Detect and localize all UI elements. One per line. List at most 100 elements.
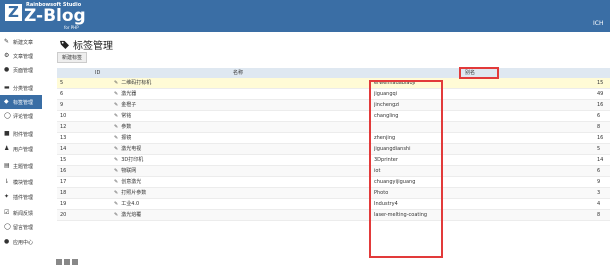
edit-icon[interactable]: ✎ [114,102,118,108]
comment-icon: ◯ [4,112,11,119]
message-icon: ◯ [4,223,11,230]
sidebar-item-label: 插件管理 [13,194,34,201]
table-row[interactable]: 5 ✎ 二维码打标机 erweimadabiaoji 15 [57,78,610,89]
logo-mark: Z [5,4,22,21]
table-row[interactable]: 16 ✎ 物联网 iot 6 [57,166,610,177]
page-first-icon[interactable] [56,259,62,265]
table-row[interactable]: 10 ✎ 常铭 changling 6 [57,111,610,122]
tag-name[interactable]: 激光器 [121,91,136,97]
edit-icon[interactable]: ✎ [114,146,118,152]
pagination [56,259,78,265]
cell-id: 5 [60,80,64,86]
cell-count: 8 [597,212,601,218]
cell-id: 18 [60,190,67,196]
cell-count: 6 [597,113,601,119]
table-row[interactable]: 13 ✎ 振镜 zhenjing 16 [57,133,610,144]
column-header-id[interactable]: ID [95,68,100,78]
sidebar-item-label: 附件管理 [13,131,34,138]
cell-count: 3 [597,190,601,196]
edit-icon[interactable]: ✎ [114,135,118,141]
cell-count: 15 [597,80,604,86]
edit-icon[interactable]: ✎ [114,168,118,174]
sidebar-item-label: 分类管理 [13,85,34,92]
table-row[interactable]: 19 ✎ 工业4.0 Industry4 4 [57,199,610,210]
table-row[interactable]: 18 ✎ 打照片参数 Photo 3 [57,188,610,199]
sidebar-item-comments[interactable]: ◯ 评论管理 [0,109,42,123]
edit-icon[interactable]: ✎ [114,124,118,130]
table-row[interactable]: 14 ✎ 激光电视 jiguangdianshi 5 [57,144,610,155]
table-row[interactable]: 9 ✎ 金橙子 jinchengzi 16 [57,100,610,111]
table-row[interactable]: 12 ✎ 参数 8 [57,122,610,133]
table-row[interactable]: 20 ✎ 激光熔覆 laser-melting-coating 8 [57,210,610,221]
sidebar-item-label: 评论管理 [13,113,34,120]
edit-icon[interactable]: ✎ [114,179,118,185]
zblog-logo[interactable]: Z Rainbowsoft Studio Z-Blog for PHP [2,2,132,30]
sidebar-item-tags[interactable]: ◆ 标签管理 [0,95,42,109]
tag-name[interactable]: 物联网 [121,168,136,174]
edit-icon[interactable]: ✎ [114,80,118,86]
sidebar-item-label: 新建文章 [13,39,34,46]
sidebar-item-modules[interactable]: ⇂ 模块管理 [0,175,42,189]
sidebar-item-app-center[interactable]: ● 应用中心 [0,235,42,249]
column-header-name[interactable]: 名称 [233,68,243,78]
app-center-icon: ● [4,238,10,245]
page-next-icon[interactable] [72,259,78,265]
table-row[interactable]: 15 ✎ 3D打印机 3Dprinter 14 [57,155,610,166]
edit-icon[interactable]: ✎ [114,190,118,196]
sidebar-item-label: 留言管理 [13,224,34,231]
tag-name[interactable]: 工业4.0 [121,201,139,207]
sidebar-item-new-post[interactable]: ✎ 新建文章 [0,35,42,49]
sidebar-item-label: 用户管理 [13,146,34,153]
edit-icon[interactable]: ✎ [114,157,118,163]
cell-name: ✎ 打照片参数 [114,188,364,199]
table-row[interactable]: 6 ✎ 激光器 jiguangqi 49 [57,89,610,100]
folder-icon: ▬ [4,84,10,91]
cell-count: 14 [597,157,604,163]
tag-name[interactable]: 参数 [121,124,131,130]
tag-name[interactable]: 3D打印机 [121,157,143,163]
tag-name[interactable]: 常铭 [121,113,131,119]
sidebar-item-messages[interactable]: ◯ 留言管理 [0,220,42,234]
cell-name: ✎ 物联网 [114,166,364,177]
cell-name: ✎ 工业4.0 [114,199,364,210]
edit-icon[interactable]: ✎ [114,113,118,119]
page-prev-icon[interactable] [64,259,70,265]
page-title-text: 标签管理 [73,41,113,52]
sidebar-item-label: 标签管理 [13,99,34,106]
sidebar-item-feedback[interactable]: ☑ 新闻反馈 [0,206,42,220]
sidebar-item-categories[interactable]: ▬ 分类管理 [0,81,42,95]
tag-name[interactable]: 金橙子 [121,102,136,108]
tag-name[interactable]: 振镜 [121,135,131,141]
cell-count: 4 [597,201,601,207]
top-header: Z Rainbowsoft Studio Z-Blog for PHP ICH [0,0,610,32]
tag-name[interactable]: 激光熔覆 [121,212,141,218]
cell-count: 16 [597,135,604,141]
cell-id: 15 [60,157,67,163]
cell-name: ✎ 3D打印机 [114,155,364,166]
edit-icon[interactable]: ✎ [114,201,118,207]
edit-icon[interactable]: ✎ [114,212,118,218]
tag-name[interactable]: 二维码打标机 [121,80,151,86]
cell-id: 16 [60,168,67,174]
sidebar-item-attachments[interactable]: ■ 附件管理 [0,127,42,141]
sidebar-item-plugins[interactable]: ✦ 插件管理 [0,190,42,204]
sidebar-item-users[interactable]: ♟ 用户管理 [0,142,42,156]
cell-name: ✎ 金橙子 [114,100,364,111]
sidebar-item-pages[interactable]: ● 页面管理 [0,63,42,77]
tag-name[interactable]: 打照片参数 [121,190,146,196]
gear-icon: ⚙ [4,52,10,59]
table-row[interactable]: 17 ✎ 创意激光 chuangyijiguang 9 [57,177,610,188]
tag-name[interactable]: 创意激光 [121,179,141,185]
new-tag-button[interactable]: 新建标签 [57,52,88,63]
cell-id: 12 [60,124,67,130]
sidebar-item-label: 应用中心 [13,239,34,246]
sidebar-item-posts[interactable]: ⚙ 文章管理 [0,49,42,63]
edit-icon[interactable]: ✎ [114,91,118,97]
sidebar-item-themes[interactable]: ▤ 主题管理 [0,159,42,173]
cell-count: 16 [597,102,604,108]
tag-name[interactable]: 激光电视 [121,146,141,152]
cell-id: 17 [60,179,67,185]
cell-count: 5 [597,146,601,152]
theme-icon: ▤ [4,162,10,169]
header-right-text[interactable]: ICH [593,20,603,27]
